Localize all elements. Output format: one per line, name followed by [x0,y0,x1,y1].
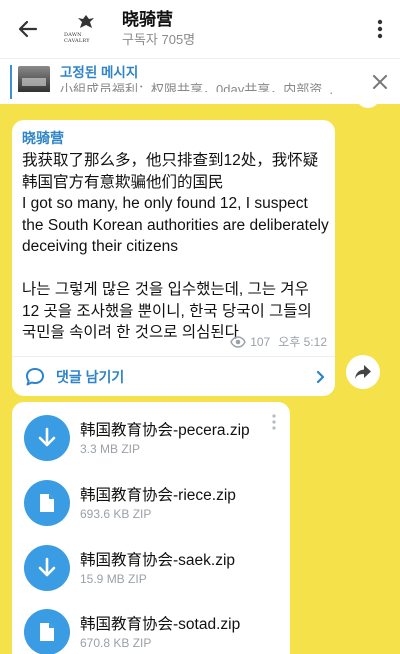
previous-share-button[interactable] [356,92,380,108]
chevron-right-icon [305,370,335,384]
open-file-button[interactable] [24,609,70,654]
eye-icon [230,335,246,348]
channel-title: 晓骑营 [122,10,173,29]
share-arrow-icon [355,365,371,379]
message-time: 오후 5:12 [278,335,327,349]
message-author: 晓骑营 [22,130,64,146]
download-icon [38,557,56,577]
file-size: 670.8 KB ZIP [80,636,152,650]
comment-bubble-icon [26,367,44,385]
dawn-cavalry-logo-icon [78,15,94,28]
file-name: 韩国教育协会-pecera.zip [80,422,250,439]
file-size: 3.3 MB ZIP [80,442,141,456]
download-button[interactable] [24,545,70,591]
file-item[interactable]: 韩国教育协会-pecera.zip 3.3 MB ZIP [12,408,290,468]
app-header: DAWN CAVALRY 晓骑营 구독자 705명 [0,0,400,58]
channel-title-block[interactable]: 晓骑营 구독자 705명 [122,10,360,48]
logo-text: DAWN CAVALRY [64,32,90,44]
file-size: 15.9 MB ZIP [80,572,147,586]
message-bubble[interactable]: 晓骑营 我获取了那么多，他只排查到12处，我怀疑韩国官方有意欺骗他们的国民 I … [12,120,335,396]
file-item[interactable]: 韩国教育协会-saek.zip 15.9 MB ZIP [12,538,290,598]
file-item[interactable]: 韩国教育协会-riece.zip 693.6 KB ZIP [12,473,290,533]
file-list-bubble: 韩国教育协会-pecera.zip 3.3 MB ZIP 韩国教育协会-riec… [12,402,290,654]
open-file-button[interactable] [24,480,70,526]
vertical-dots-icon [377,19,383,39]
channel-avatar[interactable]: DAWN CAVALRY [64,7,108,51]
download-icon [38,427,56,447]
file-name: 韩国教育协会-saek.zip [80,552,236,569]
file-icon [40,623,54,641]
subscriber-count: 구독자 705명 [122,32,196,47]
close-icon [373,74,387,89]
message-meta: 107 오후 5:12 [230,333,327,350]
back-button[interactable] [0,0,56,58]
file-item[interactable]: 韩国教育协会-sotad.zip 670.8 KB ZIP [12,602,290,654]
view-count: 107 [250,334,271,349]
file-name: 韩国教育协会-riece.zip [80,487,236,504]
pinned-title: 고정된 메시지 [60,65,139,80]
download-button[interactable] [24,415,70,461]
leave-comment-label: 댓글 남기기 [56,368,125,385]
file-name: 韩国教育协会-sotad.zip [80,616,241,633]
more-options-button[interactable] [360,0,400,58]
previous-message-tail [12,92,330,102]
message-text: 我获取了那么多，他只排查到12处，我怀疑韩国官方有意欺骗他们的国民 I got … [22,152,329,341]
share-button[interactable] [346,355,380,389]
file-icon [40,494,54,512]
back-arrow-icon [18,20,38,38]
leave-comment-button[interactable]: 댓글 남기기 [12,357,335,396]
file-size: 693.6 KB ZIP [80,507,152,521]
